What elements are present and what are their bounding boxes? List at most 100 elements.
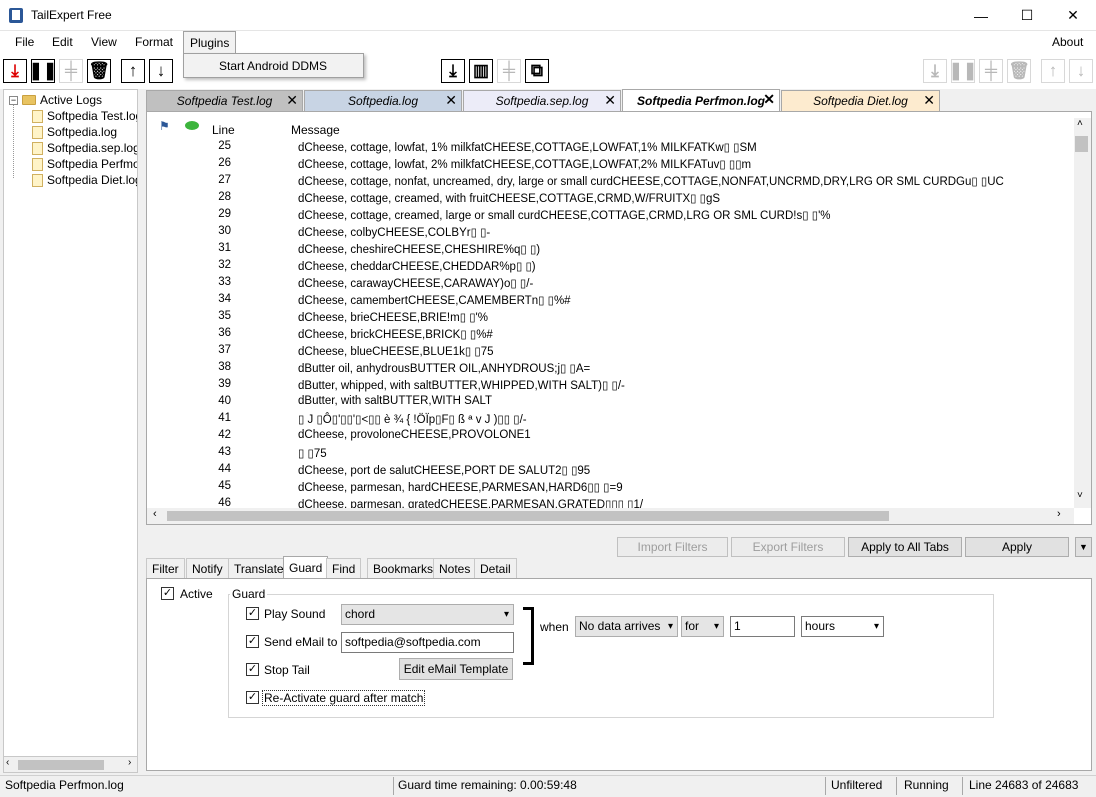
scroll-down-icon[interactable]: ˅ (1077, 490, 1083, 501)
menu-plugins[interactable]: Plugins (183, 31, 237, 54)
tab-softpedia-sep[interactable]: Softpedia.sep.log ✕ (463, 90, 621, 111)
tree-item[interactable]: Softpedia.log (32, 124, 117, 140)
log-row[interactable]: 44 dCheese, port de salutCHEESE,PORT DE S… (147, 463, 1073, 480)
delete-icon[interactable]: 🗑 (87, 59, 111, 83)
tab-softpedia-perfmon[interactable]: Softpedia Perfmon.log ✕ (622, 89, 780, 112)
column-line-header[interactable]: Line (212, 123, 235, 137)
arrow-up-right-icon[interactable]: ↑ (1041, 59, 1065, 83)
delete-right-icon[interactable]: 🗑 (1007, 59, 1031, 83)
log-row[interactable]: 42 dCheese, provoloneCHEESE,PROVOLONE1 (147, 429, 1073, 446)
menu-item-start-android-ddms[interactable]: Start Android DDMS (219, 59, 327, 73)
arrow-down-right-icon[interactable]: ↓ (1069, 59, 1093, 83)
collapse-panel-icon[interactable]: ▼ (1075, 537, 1092, 557)
tail-down-icon[interactable]: ⤓ (441, 59, 465, 83)
log-vertical-scrollbar[interactable]: ˄ ˅ (1074, 118, 1091, 508)
close-icon[interactable]: ✕ (286, 92, 298, 109)
close-icon[interactable]: ✕ (923, 92, 935, 109)
tail-start-icon[interactable]: ⤓ (3, 59, 27, 83)
log-row[interactable]: 26 dCheese, cottage, lowfat, 2% milkfatCH… (147, 157, 1073, 174)
email-field[interactable]: softpedia@softpedia.com (341, 632, 514, 653)
log-row[interactable]: 34 dCheese, camembertCHEESE,CAMEMBERTn▯ ▯… (147, 293, 1073, 310)
arrow-up-icon[interactable]: ↑ (121, 59, 145, 83)
close-icon[interactable]: ✕ (763, 91, 775, 108)
export-filters-button[interactable]: Export Filters (731, 537, 845, 557)
scroll-left-icon[interactable]: ‹ (6, 757, 9, 768)
unit-select[interactable]: hours ▾ (801, 616, 884, 637)
tree-item[interactable]: Softpedia Perfmon.log (32, 156, 137, 172)
log-row[interactable]: 38 dButter oil, anhydrousBUTTER OIL,ANHYD… (147, 361, 1073, 378)
tab-bookmarks[interactable]: Bookmarks (367, 558, 440, 578)
arrow-down-icon[interactable]: ↓ (149, 59, 173, 83)
log-row[interactable]: 30 dCheese, colbyCHEESE,COLBYr▯ ▯- (147, 225, 1073, 242)
stop-tail-checkbox[interactable]: ✓ (246, 663, 259, 676)
maximize-button[interactable]: ☐ (1004, 0, 1050, 31)
scroll-right-icon[interactable]: › (1057, 508, 1061, 520)
tab-find[interactable]: Find (326, 558, 362, 578)
tree-item[interactable]: Softpedia Test.log (32, 108, 137, 124)
menu-about[interactable]: About (1046, 31, 1089, 53)
apply-button[interactable]: Apply (965, 537, 1069, 557)
log-row[interactable]: 28 dCheese, cottage, creamed, with fruitC… (147, 191, 1073, 208)
edit-email-template-button[interactable]: Edit eMail Template (399, 658, 513, 680)
play-sound-checkbox[interactable]: ✓ (246, 607, 259, 620)
menu-file[interactable]: File (9, 31, 40, 53)
amount-field[interactable]: 1 (730, 616, 795, 637)
apply-to-all-tabs-button[interactable]: Apply to All Tabs (848, 537, 962, 557)
tree-item[interactable]: Softpedia.sep.log (32, 140, 137, 156)
log-row[interactable]: 41 ▯ J ▯Ô▯'▯▯'▯<▯▯ è ¾ { !ÖÏp▯F▯ ß ª v J… (147, 412, 1073, 429)
log-row[interactable]: 37 dCheese, blueCHEESE,BLUE1k▯ ▯75 (147, 344, 1073, 361)
close-icon[interactable]: ✕ (445, 92, 457, 109)
tab-filter[interactable]: Filter (146, 558, 185, 578)
log-row[interactable]: 25 dCheese, cottage, lowfat, 1% milkfatCH… (147, 140, 1073, 157)
menu-edit[interactable]: Edit (46, 31, 79, 53)
log-row[interactable]: 35 dCheese, brieCHEESE,BRIE!m▯ ▯'% (147, 310, 1073, 327)
reactivate-checkbox[interactable]: ✓ (246, 691, 259, 704)
tree-item[interactable]: Softpedia Diet.log (32, 172, 137, 188)
tail-start-right-icon[interactable]: ⤓ (923, 59, 947, 83)
menu-view[interactable]: View (85, 31, 123, 53)
log-row[interactable]: 33 dCheese, carawayCHEESE,CARAWAY)o▯ ▯/- (147, 276, 1073, 293)
add-icon[interactable]: ╪ (59, 59, 83, 83)
condition-select[interactable]: No data arrives ▾ (575, 616, 678, 637)
log-row[interactable]: 31 dCheese, cheshireCHEESE,CHESHIRE%q▯ ▯) (147, 242, 1073, 259)
tree-root[interactable]: − Active Logs (9, 92, 102, 108)
add-right-icon[interactable]: ╪ (979, 59, 1003, 83)
pause-icon[interactable]: ❚❚ (29, 59, 57, 83)
active-checkbox[interactable]: ✓ (161, 587, 174, 600)
scroll-thumb[interactable] (18, 760, 104, 770)
import-filters-button[interactable]: Import Filters (617, 537, 728, 557)
tab-detail[interactable]: Detail (474, 558, 517, 578)
log-row[interactable]: 43 ▯ ▯75 (147, 446, 1073, 463)
tab-notes[interactable]: Notes (433, 558, 477, 578)
log-row[interactable]: 36 dCheese, brickCHEESE,BRICK▯ ▯%# (147, 327, 1073, 344)
log-row[interactable]: 39 dButter, whipped, with saltBUTTER,WHIP… (147, 378, 1073, 395)
collapse-icon[interactable]: − (9, 95, 18, 105)
tab-softpedia[interactable]: Softpedia.log ✕ (304, 90, 462, 111)
scroll-left-icon[interactable]: ‹ (153, 508, 157, 520)
send-email-checkbox[interactable]: ✓ (246, 635, 259, 648)
column-message-header[interactable]: Message (291, 123, 340, 137)
scroll-right-icon[interactable]: › (128, 757, 131, 768)
scroll-thumb[interactable] (167, 511, 889, 521)
log-row[interactable]: 40 dButter, with saltBUTTER,WITH SALT (147, 395, 1073, 412)
merge-icon[interactable]: ╪ (497, 59, 521, 83)
log-row[interactable]: 29 dCheese, cottage, creamed, large or sm… (147, 208, 1073, 225)
tab-softpedia-test[interactable]: Softpedia Test.log ✕ (146, 90, 303, 111)
scroll-thumb[interactable] (1075, 136, 1088, 152)
tab-softpedia-diet[interactable]: Softpedia Diet.log ✕ (781, 90, 940, 111)
scroll-up-icon[interactable]: ˄ (1077, 118, 1083, 129)
log-row[interactable]: 32 dCheese, cheddarCHEESE,CHEDDAR%p▯ ▯) (147, 259, 1073, 276)
columns-icon[interactable]: ▥ (469, 59, 493, 83)
minimize-button[interactable]: — (958, 0, 1004, 31)
menu-format[interactable]: Format (129, 31, 179, 53)
close-button[interactable]: ✕ (1050, 0, 1096, 31)
log-row[interactable]: 45 dCheese, parmesan, hardCHEESE,PARMESAN… (147, 480, 1073, 497)
pause-right-icon[interactable]: ❚❚ (949, 59, 977, 83)
for-select[interactable]: for ▾ (681, 616, 724, 637)
log-row[interactable]: 27 dCheese, cottage, nonfat, uncreamed, d… (147, 174, 1073, 191)
tab-notify[interactable]: Notify (186, 558, 229, 578)
close-icon[interactable]: ✕ (604, 92, 616, 109)
tab-translate[interactable]: Translate (228, 558, 290, 578)
tab-guard[interactable]: Guard (283, 556, 329, 578)
tree-horizontal-scrollbar[interactable]: ‹ › (3, 756, 138, 773)
